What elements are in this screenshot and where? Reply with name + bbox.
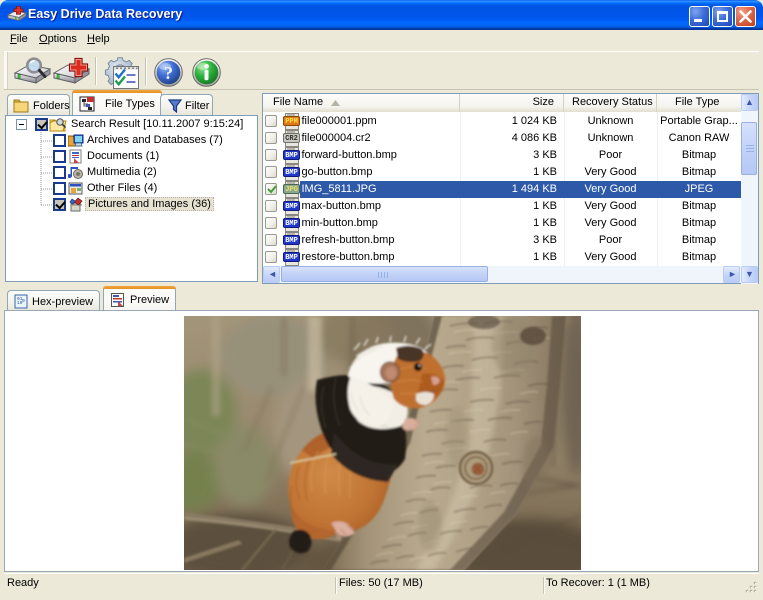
svg-text:0: 0 — [22, 298, 25, 304]
svg-text:?: ? — [164, 63, 173, 83]
